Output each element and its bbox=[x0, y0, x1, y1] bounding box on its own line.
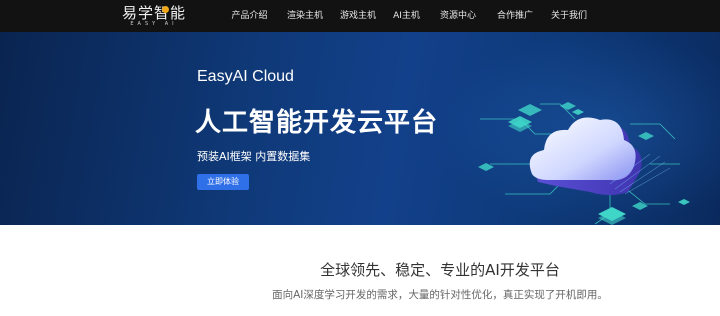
cloud-platform-illustration-icon bbox=[478, 102, 690, 225]
try-now-button[interactable]: 立即体验 bbox=[197, 174, 249, 190]
hero-title: 人工智能开发云平台 bbox=[195, 108, 439, 138]
nav-item-game-host[interactable]: 游戏主机 bbox=[331, 0, 385, 32]
hero-banner: EasyAI Cloud 人工智能开发云平台 预装AI框架 内置数据集 立即体验 bbox=[0, 32, 720, 225]
main-nav: 产品介绍 渲染主机 游戏主机 AI主机 资源中心 合作推广 关于我们 bbox=[220, 0, 596, 32]
nav-item-partners[interactable]: 合作推广 bbox=[488, 0, 542, 32]
nav-item-about[interactable]: 关于我们 bbox=[542, 0, 596, 32]
nav-item-resources[interactable]: 资源中心 bbox=[428, 0, 488, 32]
nav-item-products[interactable]: 产品介绍 bbox=[220, 0, 279, 32]
logo-sun-icon bbox=[162, 6, 169, 13]
logo-text: 易学智能 bbox=[122, 4, 187, 22]
nav-item-ai-host[interactable]: AI主机 bbox=[385, 0, 428, 32]
hero-subtitle: EasyAI Cloud bbox=[197, 68, 294, 85]
hero-description: 预装AI框架 内置数据集 bbox=[197, 150, 311, 163]
logo[interactable]: 易学智能 EASY AI bbox=[122, 4, 186, 30]
section-description: 面向AI深度学习开发的需求，大量的针对性优化，真正实现了开机即用。 bbox=[272, 289, 608, 301]
top-nav-bar: 易学智能 EASY AI 产品介绍 渲染主机 游戏主机 AI主机 资源中心 合作… bbox=[0, 0, 720, 32]
section-title: 全球领先、稳定、专业的AI开发平台 bbox=[320, 261, 560, 279]
nav-item-render-host[interactable]: 渲染主机 bbox=[279, 0, 331, 32]
logo-subtext: EASY AI bbox=[130, 21, 178, 27]
